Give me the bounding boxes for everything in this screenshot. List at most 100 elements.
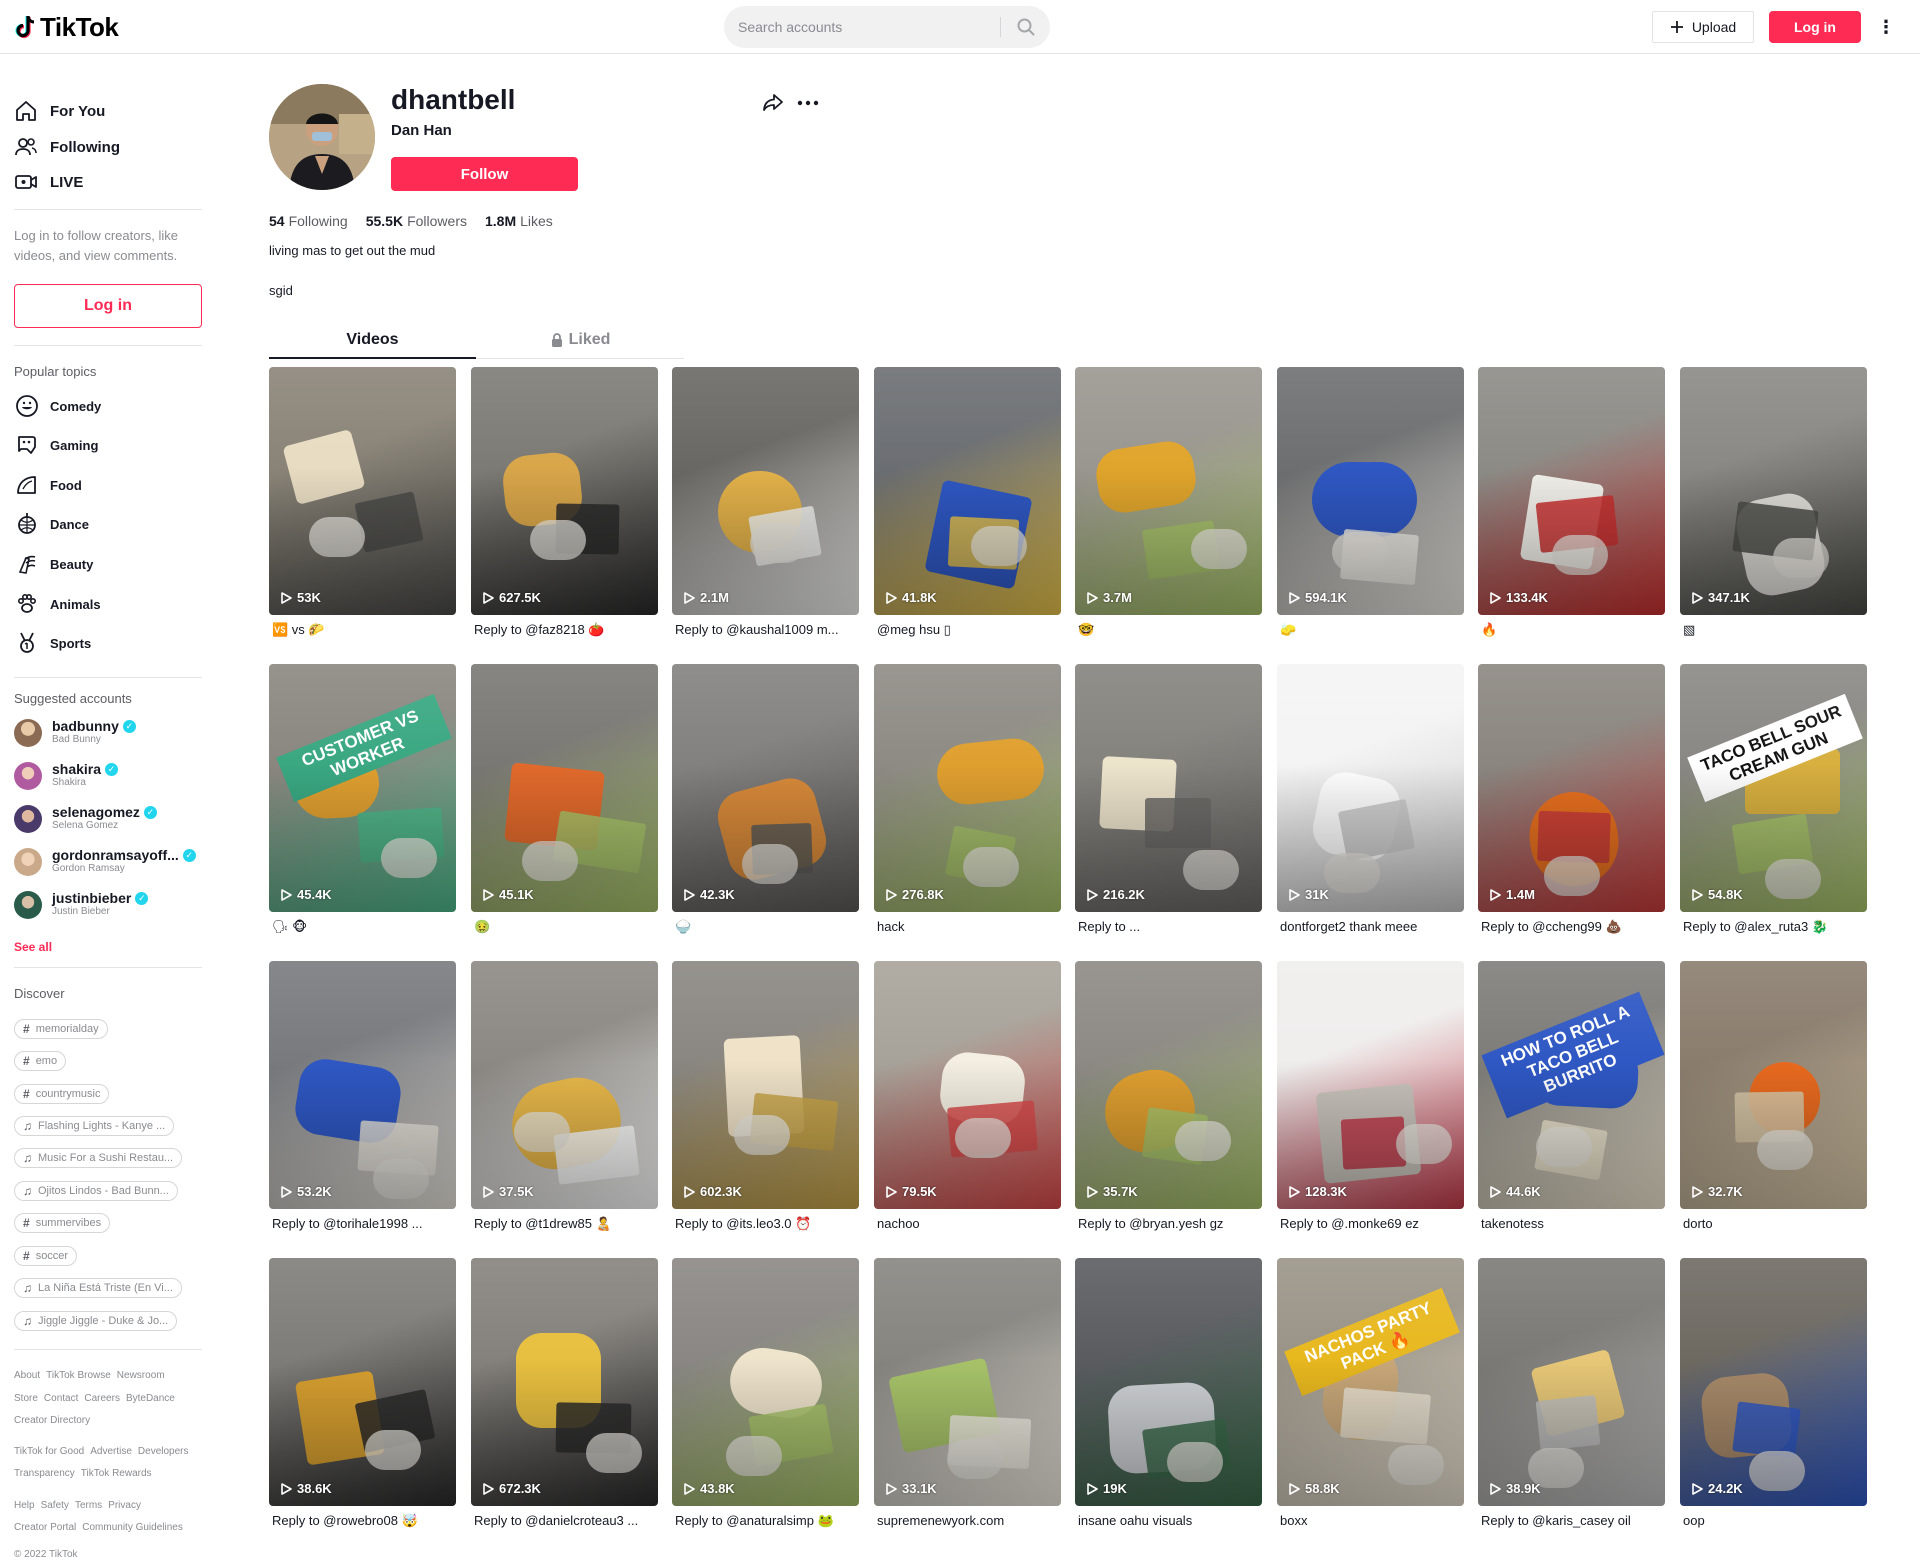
video-card[interactable]: 33.1K supremenewyork.com xyxy=(874,1258,1061,1536)
video-caption[interactable]: Reply to ... xyxy=(1078,919,1261,934)
more-menu-icon[interactable]: ⋮ xyxy=(1876,13,1896,41)
video-caption[interactable]: Reply to @danielcroteau3 ... xyxy=(474,1513,657,1528)
video-card[interactable]: TACO BELL SOUR CREAM GUN54.8K Reply to @a… xyxy=(1680,664,1867,942)
topic-comedy[interactable]: Comedy xyxy=(14,389,101,423)
upload-button[interactable]: Upload xyxy=(1652,11,1754,43)
video-caption[interactable]: ▧ xyxy=(1683,622,1866,638)
video-thumbnail[interactable]: 45.1K xyxy=(471,664,658,912)
topic-sports[interactable]: Sports xyxy=(14,626,91,660)
video-thumbnail[interactable]: 594.1K xyxy=(1277,367,1464,615)
footer-link[interactable]: Help xyxy=(14,1500,35,1511)
video-card[interactable]: HOW TO ROLL A TACO BELL BURRITO44.6K take… xyxy=(1478,961,1665,1239)
video-card[interactable]: 1.4M Reply to @ccheng99 💩 xyxy=(1478,664,1665,942)
video-caption[interactable]: dontforget2 thank meee xyxy=(1280,919,1463,934)
video-caption[interactable]: Reply to @t1drew85 🧑‍🍼 xyxy=(474,1216,657,1232)
video-caption[interactable]: 🧽 xyxy=(1280,622,1463,638)
discover-music[interactable]: ♫ Music For a Sushi Restau... xyxy=(14,1148,183,1168)
see-all-link[interactable]: See all xyxy=(14,940,52,954)
discover-hashtag[interactable]: # emo xyxy=(14,1051,67,1071)
suggested-account[interactable]: gordonramsayoff... ✓ Gordon Ramsay xyxy=(14,843,204,881)
sidebar-login-button[interactable]: Log in xyxy=(14,284,202,328)
video-card[interactable]: 38.6K Reply to @rowebro08 🤯 xyxy=(269,1258,456,1536)
search-input[interactable] xyxy=(738,6,1000,48)
video-thumbnail[interactable]: 128.3K xyxy=(1277,961,1464,1209)
video-caption[interactable]: oop xyxy=(1683,1513,1866,1528)
video-card[interactable]: 3.7M 🤓 xyxy=(1075,367,1262,645)
footer-link[interactable]: TikTok Rewards xyxy=(81,1468,152,1479)
video-caption[interactable]: Reply to @kaushal1009 m... xyxy=(675,622,858,637)
footer-link[interactable]: Creator Directory xyxy=(14,1415,90,1426)
video-caption[interactable]: 🤓 xyxy=(1078,622,1261,638)
video-card[interactable]: 53.2K Reply to @torihale1998 ... xyxy=(269,961,456,1239)
discover-music[interactable]: ♫ Jiggle Jiggle - Duke & Jo... xyxy=(14,1311,178,1331)
video-card[interactable]: 45.1K 🤢 xyxy=(471,664,658,942)
video-card[interactable]: 602.3K Reply to @its.leo3.0 ⏰ xyxy=(672,961,859,1239)
nav-for-you[interactable]: For You xyxy=(14,93,105,129)
topic-food[interactable]: Food xyxy=(14,468,82,502)
topic-dance[interactable]: Dance xyxy=(14,507,89,541)
video-caption[interactable]: Reply to @rowebro08 🤯 xyxy=(272,1513,455,1529)
video-card[interactable]: 133.4K 🔥 xyxy=(1478,367,1665,645)
video-card[interactable]: 53K 🆚 vs 🌮 xyxy=(269,367,456,645)
share-button[interactable] xyxy=(762,92,784,114)
video-card[interactable]: 216.2K Reply to ... xyxy=(1075,664,1262,942)
footer-link[interactable]: Privacy xyxy=(108,1500,141,1511)
footer-link[interactable]: Developers xyxy=(138,1446,189,1457)
follow-button[interactable]: Follow xyxy=(391,157,578,191)
video-thumbnail[interactable]: 19K xyxy=(1075,1258,1262,1506)
video-caption[interactable]: 🔥 xyxy=(1481,622,1664,638)
header-login-button[interactable]: Log in xyxy=(1769,11,1861,43)
video-thumbnail[interactable]: 37.5K xyxy=(471,961,658,1209)
topic-gaming[interactable]: Gaming xyxy=(14,428,98,462)
video-thumbnail[interactable]: 32.7K xyxy=(1680,961,1867,1209)
video-thumbnail[interactable]: 42.3K xyxy=(672,664,859,912)
profile-more-button[interactable] xyxy=(795,92,821,114)
video-card[interactable]: 42.3K 🍚 xyxy=(672,664,859,942)
video-thumbnail[interactable]: 35.7K xyxy=(1075,961,1262,1209)
footer-link[interactable]: Contact xyxy=(44,1393,78,1404)
video-thumbnail[interactable]: 53.2K xyxy=(269,961,456,1209)
footer-link[interactable]: Store xyxy=(14,1393,38,1404)
video-thumbnail[interactable]: CUSTOMER VS WORKER45.4K xyxy=(269,664,456,912)
video-card[interactable]: 672.3K Reply to @danielcroteau3 ... xyxy=(471,1258,658,1536)
video-card[interactable]: 35.7K Reply to @bryan.yesh gz xyxy=(1075,961,1262,1239)
video-card[interactable]: 627.5K Reply to @faz8218 🍅 xyxy=(471,367,658,645)
video-thumbnail[interactable]: 672.3K xyxy=(471,1258,658,1506)
video-caption[interactable]: boxx xyxy=(1280,1513,1463,1528)
video-thumbnail[interactable]: 33.1K xyxy=(874,1258,1061,1506)
topic-beauty[interactable]: Beauty xyxy=(14,547,93,581)
footer-link[interactable]: Creator Portal xyxy=(14,1522,76,1533)
suggested-account[interactable]: shakira ✓ Shakira xyxy=(14,757,204,795)
video-card[interactable]: 43.8K Reply to @anaturalsimp 🐸 xyxy=(672,1258,859,1536)
footer-link[interactable]: Advertise xyxy=(90,1446,132,1457)
suggested-account[interactable]: selenagomez ✓ Selena Gomez xyxy=(14,800,204,838)
footer-link[interactable]: ByteDance xyxy=(126,1393,175,1404)
video-card[interactable]: 128.3K Reply to @.monke69 ez xyxy=(1277,961,1464,1239)
video-thumbnail[interactable]: 41.8K xyxy=(874,367,1061,615)
nav-live[interactable]: LIVE xyxy=(14,164,83,200)
video-caption[interactable]: Reply to @karis_casey oil xyxy=(1481,1513,1664,1528)
video-thumbnail[interactable]: 38.9K xyxy=(1478,1258,1665,1506)
video-thumbnail[interactable]: 38.6K xyxy=(269,1258,456,1506)
video-thumbnail[interactable]: 602.3K xyxy=(672,961,859,1209)
video-thumbnail[interactable]: 627.5K xyxy=(471,367,658,615)
discover-music[interactable]: ♫ Ojitos Lindos - Bad Bunn... xyxy=(14,1181,178,1201)
video-caption[interactable]: insane oahu visuals xyxy=(1078,1513,1261,1528)
video-thumbnail[interactable]: 79.5K xyxy=(874,961,1061,1209)
video-caption[interactable]: Reply to @faz8218 🍅 xyxy=(474,622,657,638)
footer-link[interactable]: TikTok for Good xyxy=(14,1446,84,1457)
video-card[interactable]: NACHOS PARTY PACK 🔥58.8K boxx xyxy=(1277,1258,1464,1536)
footer-link[interactable]: Newsroom xyxy=(117,1370,165,1381)
tab-videos[interactable]: Videos xyxy=(269,322,476,358)
video-thumbnail[interactable]: 31K xyxy=(1277,664,1464,912)
footer-link[interactable]: About xyxy=(14,1370,40,1381)
video-card[interactable]: 24.2K oop xyxy=(1680,1258,1867,1536)
tiktok-logo[interactable]: TikTok xyxy=(14,12,119,42)
video-card[interactable]: 31K dontforget2 thank meee xyxy=(1277,664,1464,942)
video-card[interactable]: CUSTOMER VS WORKER45.4K 🗣 🐵 xyxy=(269,664,456,942)
video-caption[interactable]: Reply to @torihale1998 ... xyxy=(272,1216,455,1231)
footer-link[interactable]: Safety xyxy=(41,1500,69,1511)
video-thumbnail[interactable]: 347.1K xyxy=(1680,367,1867,615)
video-card[interactable]: 347.1K ▧ xyxy=(1680,367,1867,645)
video-card[interactable]: 32.7K dorto xyxy=(1680,961,1867,1239)
